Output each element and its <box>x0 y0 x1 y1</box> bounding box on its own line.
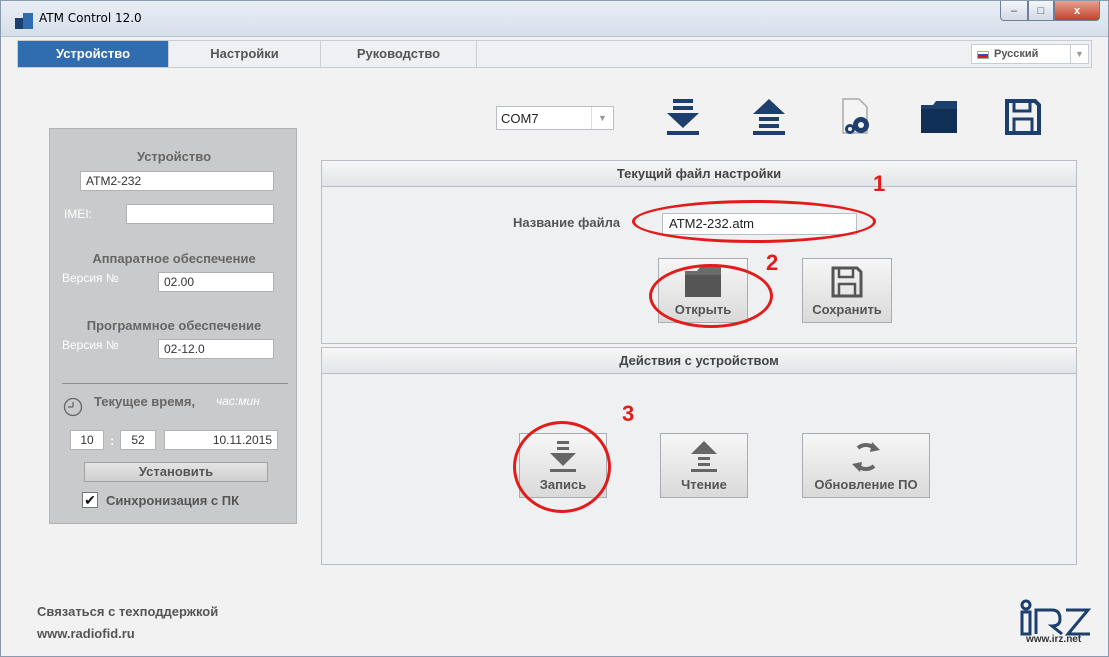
tab-manual[interactable]: Руководство <box>321 41 477 67</box>
annotation-ellipse-2 <box>649 264 773 328</box>
file-settings-icon[interactable] <box>835 97 875 137</box>
hour-field[interactable]: 10 <box>70 430 104 450</box>
sync-pc-checkbox[interactable]: ✔ <box>82 492 98 508</box>
firmware-update-button[interactable]: Обновление ПО <box>802 433 930 498</box>
annotation-ellipse-1 <box>632 200 876 243</box>
chevron-down-icon: ▼ <box>591 107 613 129</box>
minute-field[interactable]: 52 <box>120 430 156 450</box>
maximize-button[interactable]: □ <box>1028 1 1054 21</box>
website-link[interactable]: www.radiofid.ru <box>37 626 135 641</box>
support-label: Связаться с техподдержкой <box>37 604 219 619</box>
annotation-number-2: 2 <box>766 250 779 275</box>
folder-icon[interactable] <box>919 97 959 137</box>
time-separator: : <box>110 433 115 448</box>
device-actions-header: Действия с устройством <box>322 348 1076 374</box>
chevron-down-icon: ▼ <box>1070 45 1088 63</box>
filename-label: Название файла <box>513 215 621 230</box>
language-select[interactable]: Русский ▼ <box>971 44 1089 64</box>
tab-settings[interactable]: Настройки <box>169 41 321 67</box>
device-info-panel: Устройство ATM2-232 IMEI: Аппаратное обе… <box>49 128 297 524</box>
software-version-field: 02-12.0 <box>158 339 274 359</box>
save-button-label: Сохранить <box>812 302 882 317</box>
download-icon[interactable] <box>663 97 703 137</box>
imei-field <box>126 204 274 224</box>
upload-icon[interactable] <box>749 97 789 137</box>
time-heading: Текущее время, <box>94 394 196 409</box>
hardware-version-label: Версия № <box>62 271 119 285</box>
annotation-number-3: 3 <box>622 401 635 426</box>
settings-file-header: Текущий файл настройки <box>322 161 1076 187</box>
software-version-label: Версия № <box>62 338 119 352</box>
window-controls: – □ x <box>1000 1 1100 23</box>
date-field[interactable]: 10.11.2015 <box>164 430 278 450</box>
com-port-value: COM7 <box>501 111 539 126</box>
time-unit: час:мин <box>216 394 260 408</box>
sync-pc-label: Синхронизация с ПК <box>106 493 240 508</box>
device-name-field: ATM2-232 <box>80 171 274 191</box>
com-port-select[interactable]: COM7 ▼ <box>496 106 614 130</box>
language-value: Русский <box>994 48 1039 60</box>
annotation-ellipse-3 <box>513 421 611 513</box>
read-button-label: Чтение <box>681 477 727 492</box>
minimize-button[interactable]: – <box>1000 1 1028 21</box>
hardware-heading: Аппаратное обеспечение <box>92 251 256 266</box>
close-button[interactable]: x <box>1054 1 1100 21</box>
refresh-icon <box>852 442 880 472</box>
annotation-number-1: 1 <box>873 171 886 196</box>
hardware-version-field: 02.00 <box>158 272 274 292</box>
save-button[interactable]: Сохранить <box>802 258 892 323</box>
device-heading: Устройство <box>136 149 212 164</box>
floppy-save-icon[interactable] <box>1003 97 1043 137</box>
panel-divider <box>62 383 288 384</box>
clock-icon <box>63 397 83 417</box>
russia-flag-icon <box>977 51 989 59</box>
software-heading: Программное обеспечение <box>86 318 262 333</box>
window-title: ATM Control 12.0 <box>39 11 142 25</box>
logo-url: www.irz.net <box>1026 634 1082 645</box>
firmware-update-button-label: Обновление ПО <box>814 477 918 492</box>
read-button[interactable]: Чтение <box>660 433 748 498</box>
title-bar: ATM Control 12.0 – □ x <box>1 1 1108 37</box>
upload-icon <box>691 441 717 472</box>
floppy-save-icon <box>831 266 863 298</box>
main-tab-bar: Устройство Настройки Руководство Русский… <box>17 40 1092 68</box>
app-logo-icon <box>15 13 33 29</box>
set-time-button[interactable]: Установить <box>84 462 268 482</box>
app-window: ATM Control 12.0 – □ x Устройство Настро… <box>0 0 1109 657</box>
tab-device[interactable]: Устройство <box>18 41 169 67</box>
imei-label: IMEI: <box>64 207 93 221</box>
